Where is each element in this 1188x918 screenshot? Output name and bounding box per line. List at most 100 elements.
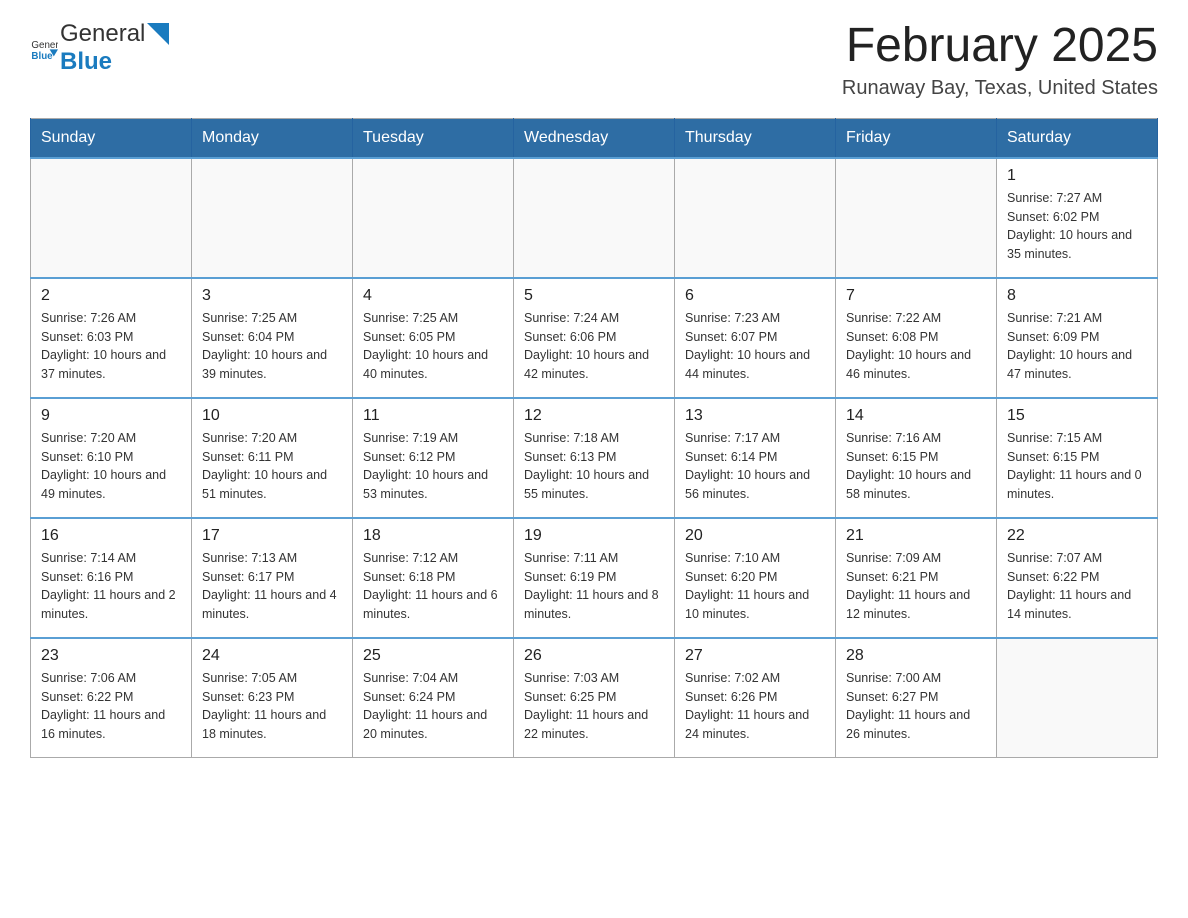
month-title: February 2025 <box>842 20 1158 73</box>
calendar-cell: 2 Sunrise: 7:26 AMSunset: 6:03 PMDaylight… <box>31 278 192 398</box>
calendar-week-row: 9 Sunrise: 7:20 AMSunset: 6:10 PMDaylight… <box>31 398 1158 518</box>
svg-text:General: General <box>31 40 58 51</box>
day-number: 22 <box>1007 527 1147 545</box>
calendar-cell: 5 Sunrise: 7:24 AMSunset: 6:06 PMDaylight… <box>514 278 675 398</box>
day-info: Sunrise: 7:20 AMSunset: 6:11 PMDaylight:… <box>202 429 342 504</box>
calendar-cell: 23 Sunrise: 7:06 AMSunset: 6:22 PMDayligh… <box>31 638 192 758</box>
calendar-cell <box>353 158 514 278</box>
calendar-cell: 7Sunrise: 7:22 AMSunset: 6:08 PMDaylight… <box>836 278 997 398</box>
calendar-cell <box>31 158 192 278</box>
day-number: 8 <box>1007 287 1147 305</box>
calendar-table: SundayMondayTuesdayWednesdayThursdayFrid… <box>30 118 1158 759</box>
logo-general-text: General <box>60 20 145 48</box>
calendar-cell: 10 Sunrise: 7:20 AMSunset: 6:11 PMDayligh… <box>192 398 353 518</box>
calendar-cell <box>514 158 675 278</box>
day-number: 12 <box>524 407 664 425</box>
calendar-cell: 20 Sunrise: 7:10 AMSunset: 6:20 PMDayligh… <box>675 518 836 638</box>
day-number: 21 <box>846 527 986 545</box>
day-info: Sunrise: 7:25 AMSunset: 6:04 PMDaylight:… <box>202 309 342 384</box>
logo-triangle-icon <box>147 23 169 45</box>
calendar-cell: 12 Sunrise: 7:18 AMSunset: 6:13 PMDayligh… <box>514 398 675 518</box>
svg-text:Blue: Blue <box>31 51 53 62</box>
day-info: Sunrise: 7:06 AMSunset: 6:22 PMDaylight:… <box>41 669 181 744</box>
day-info: Sunrise: 7:18 AMSunset: 6:13 PMDaylight:… <box>524 429 664 504</box>
day-info: Sunrise: 7:25 AMSunset: 6:05 PMDaylight:… <box>363 309 503 384</box>
day-info: Sunrise: 7:20 AMSunset: 6:10 PMDaylight:… <box>41 429 181 504</box>
day-info: Sunrise: 7:24 AMSunset: 6:06 PMDaylight:… <box>524 309 664 384</box>
day-number: 10 <box>202 407 342 425</box>
calendar-cell <box>836 158 997 278</box>
calendar-cell: 13 Sunrise: 7:17 AMSunset: 6:14 PMDayligh… <box>675 398 836 518</box>
calendar-cell: 26Sunrise: 7:03 AMSunset: 6:25 PMDayligh… <box>514 638 675 758</box>
day-number: 25 <box>363 647 503 665</box>
calendar-cell: 6 Sunrise: 7:23 AMSunset: 6:07 PMDaylight… <box>675 278 836 398</box>
day-info: Sunrise: 7:22 AMSunset: 6:08 PMDaylight:… <box>846 309 986 384</box>
calendar-cell: 8 Sunrise: 7:21 AMSunset: 6:09 PMDaylight… <box>997 278 1158 398</box>
day-number: 24 <box>202 647 342 665</box>
col-header-monday: Monday <box>192 118 353 158</box>
day-info: Sunrise: 7:03 AMSunset: 6:25 PMDaylight:… <box>524 669 664 744</box>
day-info: Sunrise: 7:21 AMSunset: 6:09 PMDaylight:… <box>1007 309 1147 384</box>
calendar-cell: 25 Sunrise: 7:04 AMSunset: 6:24 PMDayligh… <box>353 638 514 758</box>
day-info: Sunrise: 7:11 AMSunset: 6:19 PMDaylight:… <box>524 549 664 624</box>
calendar-cell: 9 Sunrise: 7:20 AMSunset: 6:10 PMDaylight… <box>31 398 192 518</box>
calendar-cell <box>192 158 353 278</box>
col-header-thursday: Thursday <box>675 118 836 158</box>
calendar-cell: 4 Sunrise: 7:25 AMSunset: 6:05 PMDaylight… <box>353 278 514 398</box>
day-info: Sunrise: 7:14 AMSunset: 6:16 PMDaylight:… <box>41 549 181 624</box>
calendar-cell: 11 Sunrise: 7:19 AMSunset: 6:12 PMDayligh… <box>353 398 514 518</box>
col-header-tuesday: Tuesday <box>353 118 514 158</box>
logo-wordmark: General Blue <box>60 20 169 76</box>
logo-blue-text: Blue <box>60 48 112 75</box>
calendar-cell: 18 Sunrise: 7:12 AMSunset: 6:18 PMDayligh… <box>353 518 514 638</box>
day-info: Sunrise: 7:04 AMSunset: 6:24 PMDaylight:… <box>363 669 503 744</box>
calendar-cell: 3Sunrise: 7:25 AMSunset: 6:04 PMDaylight… <box>192 278 353 398</box>
col-header-friday: Friday <box>836 118 997 158</box>
day-info: Sunrise: 7:23 AMSunset: 6:07 PMDaylight:… <box>685 309 825 384</box>
day-number: 11 <box>363 407 503 425</box>
day-number: 19 <box>524 527 664 545</box>
day-number: 20 <box>685 527 825 545</box>
calendar-cell: 22Sunrise: 7:07 AMSunset: 6:22 PMDayligh… <box>997 518 1158 638</box>
day-number: 4 <box>363 287 503 305</box>
day-info: Sunrise: 7:02 AMSunset: 6:26 PMDaylight:… <box>685 669 825 744</box>
calendar-cell: 14Sunrise: 7:16 AMSunset: 6:15 PMDayligh… <box>836 398 997 518</box>
calendar-cell: 19 Sunrise: 7:11 AMSunset: 6:19 PMDayligh… <box>514 518 675 638</box>
day-number: 28 <box>846 647 986 665</box>
col-header-wednesday: Wednesday <box>514 118 675 158</box>
calendar-cell: 21 Sunrise: 7:09 AMSunset: 6:21 PMDayligh… <box>836 518 997 638</box>
calendar-cell: 1Sunrise: 7:27 AMSunset: 6:02 PMDaylight… <box>997 158 1158 278</box>
day-number: 23 <box>41 647 181 665</box>
day-info: Sunrise: 7:00 AMSunset: 6:27 PMDaylight:… <box>846 669 986 744</box>
day-number: 1 <box>1007 167 1147 185</box>
calendar-cell <box>675 158 836 278</box>
day-number: 6 <box>685 287 825 305</box>
day-info: Sunrise: 7:16 AMSunset: 6:15 PMDaylight:… <box>846 429 986 504</box>
calendar-header-row: SundayMondayTuesdayWednesdayThursdayFrid… <box>31 118 1158 158</box>
day-info: Sunrise: 7:15 AMSunset: 6:15 PMDaylight:… <box>1007 429 1147 504</box>
day-number: 5 <box>524 287 664 305</box>
day-number: 13 <box>685 407 825 425</box>
calendar-week-row: 1Sunrise: 7:27 AMSunset: 6:02 PMDaylight… <box>31 158 1158 278</box>
logo: General Blue General Blue <box>30 20 169 76</box>
generalblue-logo-icon: General Blue <box>30 34 58 62</box>
day-info: Sunrise: 7:10 AMSunset: 6:20 PMDaylight:… <box>685 549 825 624</box>
day-info: Sunrise: 7:12 AMSunset: 6:18 PMDaylight:… <box>363 549 503 624</box>
day-info: Sunrise: 7:26 AMSunset: 6:03 PMDaylight:… <box>41 309 181 384</box>
day-number: 18 <box>363 527 503 545</box>
day-number: 27 <box>685 647 825 665</box>
day-number: 9 <box>41 407 181 425</box>
calendar-cell: 17Sunrise: 7:13 AMSunset: 6:17 PMDayligh… <box>192 518 353 638</box>
calendar-cell: 24Sunrise: 7:05 AMSunset: 6:23 PMDayligh… <box>192 638 353 758</box>
col-header-sunday: Sunday <box>31 118 192 158</box>
day-info: Sunrise: 7:17 AMSunset: 6:14 PMDaylight:… <box>685 429 825 504</box>
calendar-week-row: 16Sunrise: 7:14 AMSunset: 6:16 PMDayligh… <box>31 518 1158 638</box>
day-info: Sunrise: 7:13 AMSunset: 6:17 PMDaylight:… <box>202 549 342 624</box>
day-info: Sunrise: 7:19 AMSunset: 6:12 PMDaylight:… <box>363 429 503 504</box>
calendar-week-row: 2 Sunrise: 7:26 AMSunset: 6:03 PMDaylight… <box>31 278 1158 398</box>
location-subtitle: Runaway Bay, Texas, United States <box>842 77 1158 100</box>
day-number: 2 <box>41 287 181 305</box>
calendar-cell: 27 Sunrise: 7:02 AMSunset: 6:26 PMDayligh… <box>675 638 836 758</box>
day-info: Sunrise: 7:09 AMSunset: 6:21 PMDaylight:… <box>846 549 986 624</box>
col-header-saturday: Saturday <box>997 118 1158 158</box>
